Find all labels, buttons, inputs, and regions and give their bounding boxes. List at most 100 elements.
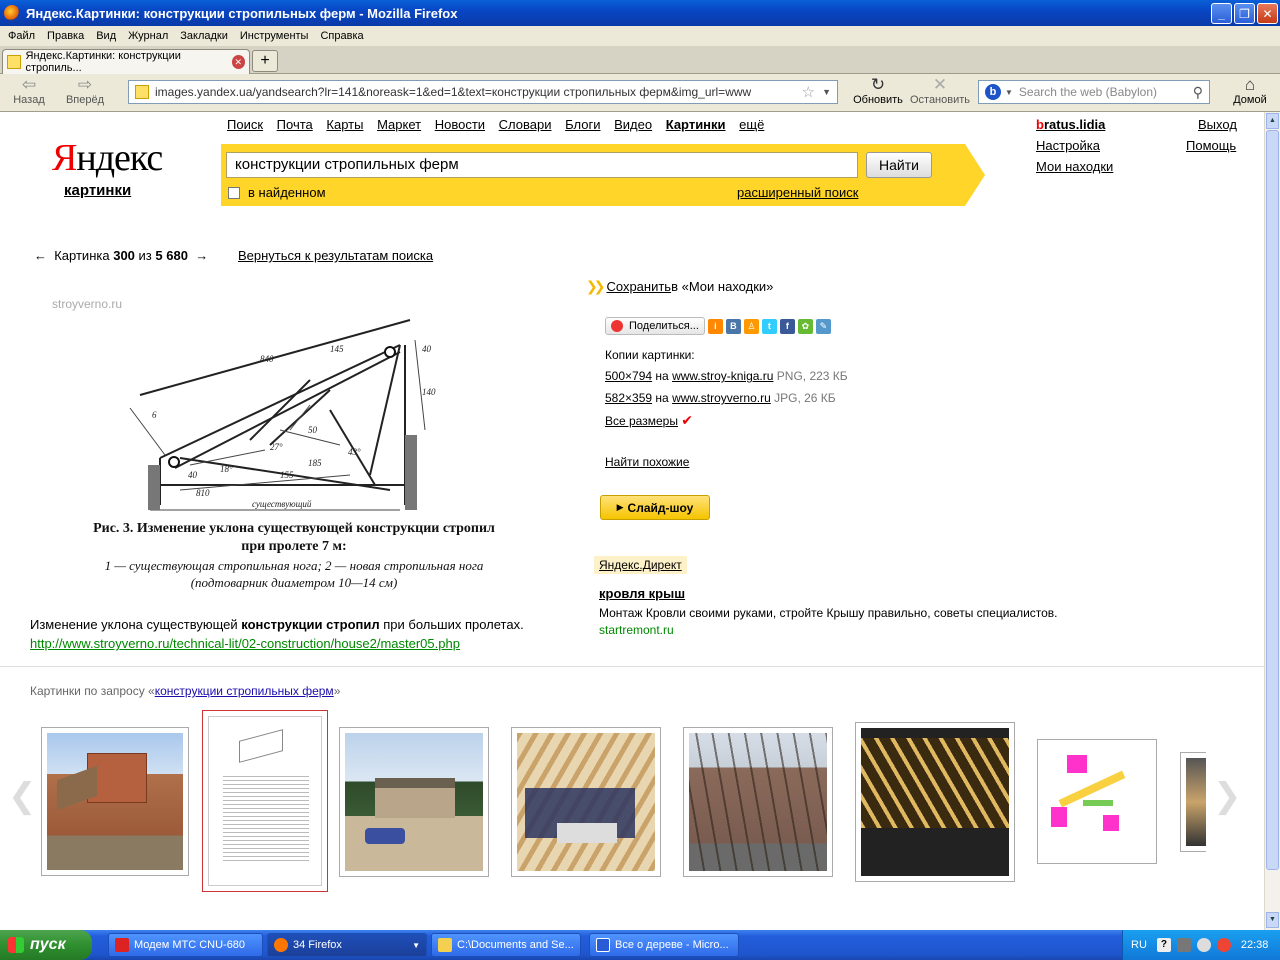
back-to-results-link[interactable]: Вернуться к результатам поиска [238,248,433,263]
vertical-scrollbar[interactable]: ▲ ▼ [1264,112,1280,930]
service-more[interactable]: ещё [739,117,764,132]
task-modem[interactable]: Модем МТС CNU-680 [108,933,263,957]
task-explorer[interactable]: C:\Documents and Se... [431,933,581,957]
share-button[interactable]: Поделиться... [605,317,705,335]
bookmark-star-icon[interactable]: ☆ [802,83,815,101]
source-url-link[interactable]: http://www.stroyverno.ru/technical-lit/0… [30,636,460,651]
my-finds-link[interactable]: Мои находки [1036,159,1113,174]
advanced-search-link[interactable]: расширенный поиск [737,185,858,200]
find-similar-link[interactable]: Найти похожие [605,455,689,469]
menu-history[interactable]: Журнал [128,30,168,42]
service-news[interactable]: Новости [435,117,485,132]
close-button[interactable]: ✕ [1257,3,1278,24]
scroll-thumb[interactable] [1266,130,1279,870]
stop-button[interactable]: ✕ Остановить [908,76,972,107]
related-query-link[interactable]: конструкции стропильных ферм [155,684,334,698]
vkontakte-icon[interactable]: B [725,318,741,334]
maximize-button[interactable]: ❐ [1234,3,1255,24]
service-market[interactable]: Маркет [377,117,421,132]
share-label: Поделиться... [629,320,699,332]
tab-yandex-images[interactable]: Яндекс.Картинки: конструкции стропиль...… [2,49,250,74]
thumbnail-truss-nodes[interactable] [1037,739,1157,864]
task-word[interactable]: Все о дереве - Micro... [589,933,739,957]
service-search[interactable]: Поиск [227,117,263,132]
minimize-button[interactable]: _ [1211,3,1232,24]
carousel-left-arrow[interactable]: ❮ [8,776,37,816]
home-button[interactable]: ⌂ Домой [1222,76,1278,107]
volume-tray-icon[interactable] [1196,938,1211,952]
service-dictionaries[interactable]: Словари [499,117,552,132]
user-link[interactable]: bratus.lidia [1036,117,1105,132]
service-maps[interactable]: Карты [326,117,363,132]
new-tab-button[interactable]: + [252,50,278,72]
facebook-icon[interactable]: f [779,318,795,334]
help-tray-icon[interactable]: ? [1156,938,1171,952]
logout-link[interactable]: Выход [1198,117,1237,132]
menu-edit[interactable]: Правка [47,30,84,42]
livejournal-icon[interactable]: i [707,318,723,334]
help-link[interactable]: Помощь [1186,138,1236,153]
next-image-arrow[interactable]: → [195,248,208,263]
prev-image-arrow[interactable]: ← [34,248,47,263]
yandex-direct-link[interactable]: Яндекс.Директ [594,556,687,574]
url-dropdown-icon[interactable]: ▼ [822,87,831,97]
scroll-down-arrow[interactable]: ▼ [1266,912,1279,928]
settings-link[interactable]: Настройка [1036,138,1100,153]
address-bar[interactable]: images.yandex.ua/yandsearch?lr=141&norea… [128,80,838,104]
twitter-icon[interactable]: t [761,318,777,334]
network-tray-icon[interactable] [1176,938,1191,952]
odnoklassniki-icon[interactable]: ♙ [743,318,759,334]
all-sizes-link[interactable]: Все размеры [605,414,678,428]
menu-file[interactable]: Файл [8,30,35,42]
in-found-option[interactable]: в найденном [228,185,326,200]
in-found-checkbox[interactable] [228,186,240,199]
menu-view[interactable]: Вид [96,30,116,42]
service-blogs[interactable]: Блоги [565,117,600,132]
scroll-up-arrow[interactable]: ▲ [1266,113,1279,129]
ad-title-link[interactable]: кровля крыш [599,586,685,601]
find-button[interactable]: Найти [866,152,932,178]
yandex-logo[interactable]: Яндекс [52,136,163,180]
slideshow-button[interactable]: ▶ Слайд-шоу [600,495,710,520]
myworld-icon[interactable]: ✿ [797,318,813,334]
thumbnail-house-construction[interactable] [41,727,189,876]
bookmark-pen-icon[interactable]: ✎ [815,318,831,334]
service-images[interactable]: Картинки [666,117,726,132]
thumbnail-workers-under-roof[interactable] [511,727,661,877]
copy-size-link[interactable]: 582×359 [605,391,652,405]
magnifier-icon[interactable]: ⚲ [1193,84,1203,101]
engine-dropdown-icon[interactable]: ▼ [1005,88,1013,97]
language-indicator[interactable]: RU [1131,939,1147,951]
service-video[interactable]: Видео [614,117,652,132]
web-search-box[interactable]: b ▼ Search the web (Babylon) ⚲ [978,80,1210,104]
thumbnail-house-forest[interactable] [339,727,489,877]
back-button[interactable]: ⇦ Назад [0,76,58,107]
main-image[interactable]: stroyverno.ru 840 145 40 140 6 27° 50 43… [30,290,560,606]
forward-button[interactable]: ⇨ Вперёд [56,76,114,107]
reload-button[interactable]: ↻ Обновить [848,76,908,107]
copy-site-link[interactable]: www.stroyverno.ru [672,391,771,405]
thumbnail-document-selected[interactable] [202,710,328,892]
thumbnail-image [1186,758,1206,846]
ad-domain[interactable]: startremont.ru [599,623,674,637]
thumbnail-building-trees[interactable] [683,727,833,877]
thumbnail-trusses-inside[interactable] [855,722,1015,882]
start-button[interactable]: пуск [0,930,92,960]
page-content: Яндекс картинки Поиск Почта Карты Маркет… [0,112,1264,930]
copy-site-link[interactable]: www.stroy-kniga.ru [672,369,773,383]
menu-help[interactable]: Справка [320,30,363,42]
thumbnail-partial[interactable] [1180,752,1206,852]
watermark-text: stroyverno.ru [52,297,122,311]
close-tab-icon[interactable]: ✕ [231,55,245,69]
search-input[interactable]: конструкции стропильных ферм [226,152,858,178]
group-dropdown-icon[interactable]: ▼ [412,941,420,950]
task-firefox[interactable]: 34 Firefox ▼ [267,933,427,957]
save-link[interactable]: Сохранить [606,279,671,294]
menu-bookmarks[interactable]: Закладки [180,30,228,42]
menu-tools[interactable]: Инструменты [240,30,309,42]
service-mail[interactable]: Почта [277,117,313,132]
opera-tray-icon[interactable] [1216,938,1231,952]
logo-subtitle-link[interactable]: картинки [64,182,131,199]
carousel-right-arrow[interactable]: ❯ [1213,776,1242,816]
copy-size-link[interactable]: 500×794 [605,369,652,383]
